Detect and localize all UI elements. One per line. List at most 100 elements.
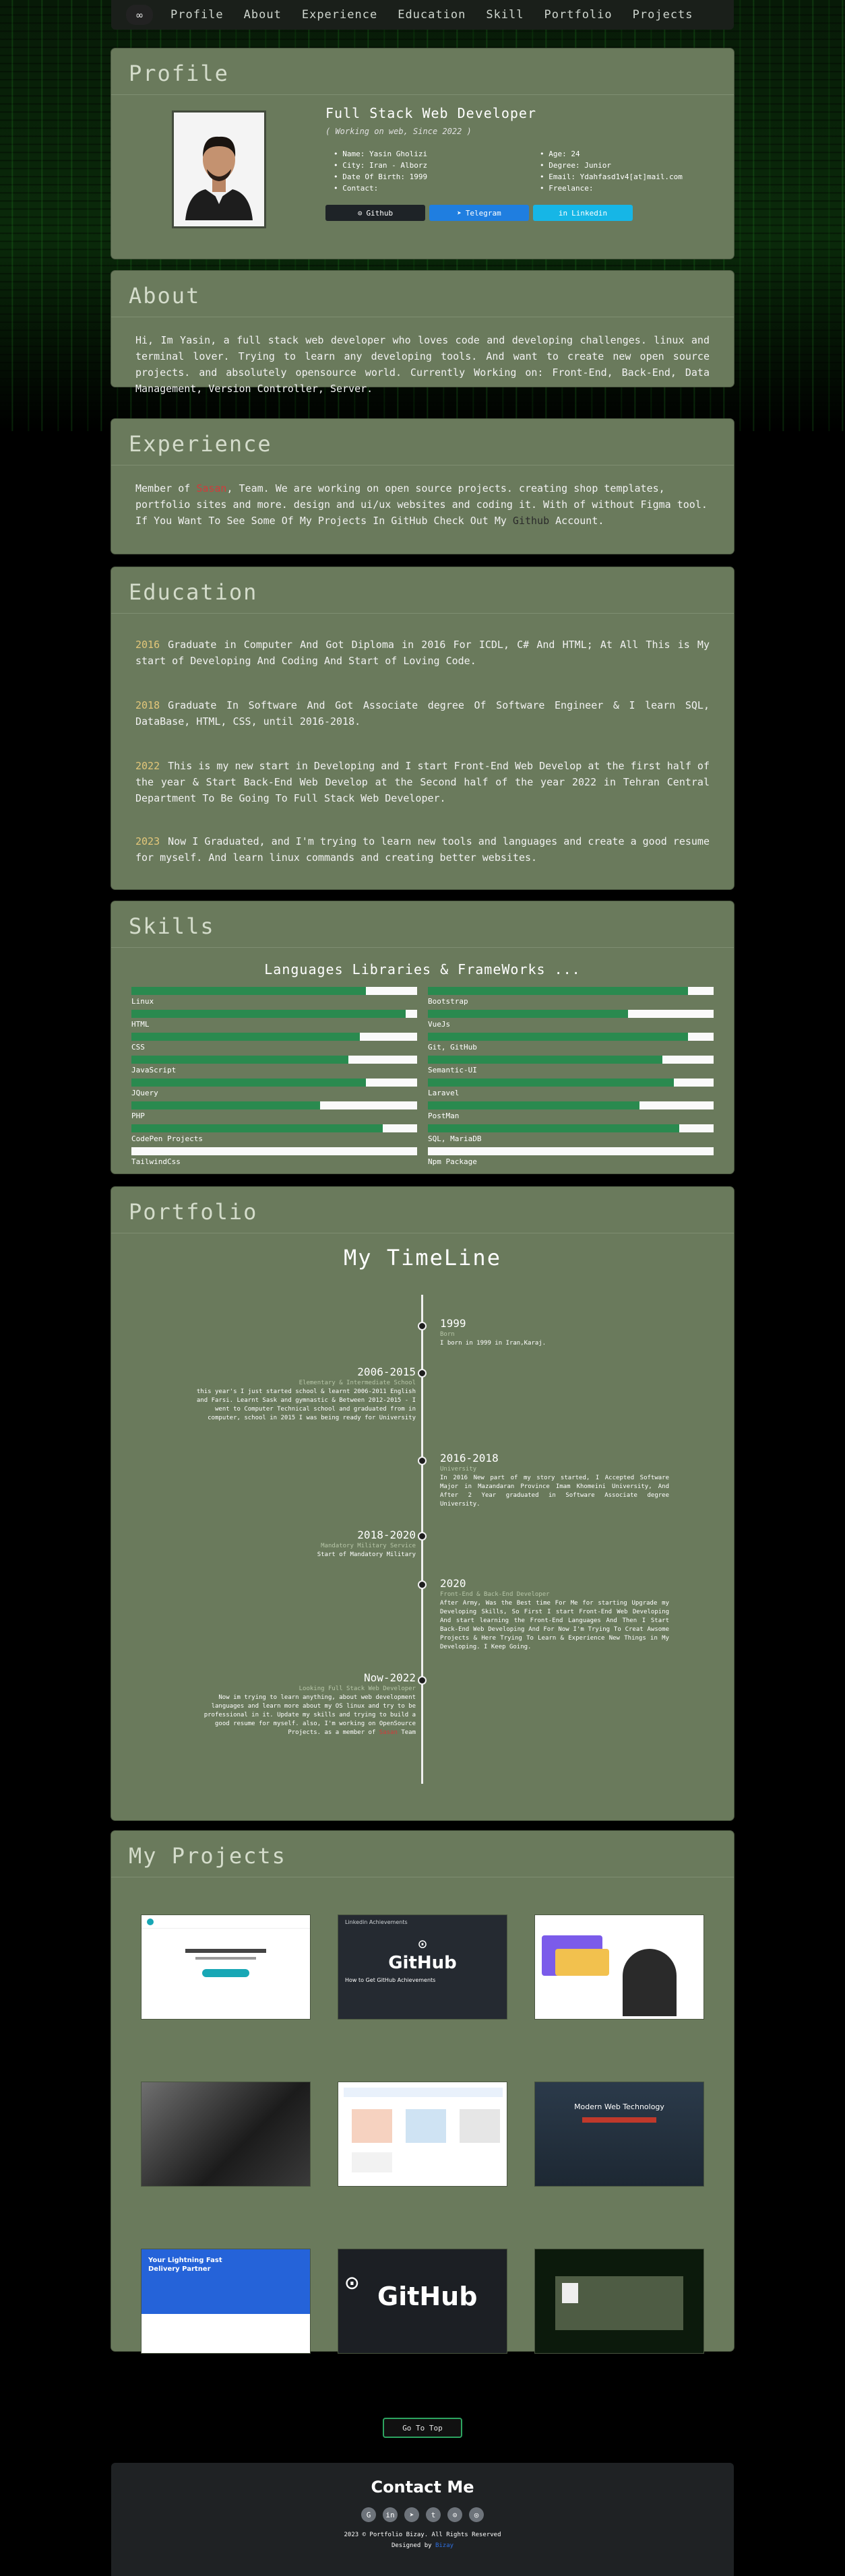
team-link[interactable]: Sasan — [196, 482, 226, 494]
skill-bar-fill — [428, 987, 688, 995]
skill-name: CodePen Projects — [131, 1134, 203, 1143]
skill-bar-fill — [428, 1124, 680, 1132]
linkedin-icon[interactable]: in — [383, 2507, 398, 2522]
infinity-icon[interactable]: ∞ — [126, 5, 153, 25]
project-card[interactable] — [534, 2249, 704, 2354]
education-text: Graduate in Computer And Got Diploma in … — [135, 639, 710, 667]
project-card[interactable]: Your Lightning Fast Delivery Partner — [141, 2249, 311, 2354]
project-thumb-block — [460, 2109, 500, 2143]
github-icon: ⊙ — [345, 2269, 359, 2296]
timeline-text: this year's I just started school & lear… — [196, 1388, 416, 1421]
portfolio-section: Portfolio My TimeLine 1999 Born I born i… — [111, 1187, 734, 1820]
skill-item: VueJs — [428, 1008, 714, 1031]
fact-contact: Contact: — [334, 183, 427, 194]
nav-link-skill[interactable]: Skill — [486, 8, 538, 22]
nav-link-portfolio[interactable]: Portfolio — [544, 8, 627, 22]
nav-link-profile[interactable]: Profile — [170, 8, 239, 22]
skill-name: VueJs — [428, 1020, 451, 1029]
google-icon[interactable]: G — [361, 2507, 376, 2522]
projects-heading: My Projects — [111, 1831, 734, 1877]
github-icon: ⊙ — [418, 1936, 427, 1953]
nav-link-projects[interactable]: Projects — [633, 8, 708, 22]
skill-item: CodePen Projects — [131, 1123, 417, 1146]
designer-link[interactable]: Bizay — [435, 2542, 453, 2549]
about-section: About Hi, Im Yasin, a full stack web dev… — [111, 271, 734, 395]
skill-bar — [428, 1078, 714, 1087]
timeline-dot — [418, 1369, 427, 1378]
project-card[interactable]: Modern Web Technology — [534, 2082, 704, 2187]
skill-item: JQuery — [131, 1077, 417, 1100]
dribbble-icon[interactable]: ◎ — [469, 2507, 484, 2522]
github-icon[interactable]: ⊙ — [447, 2507, 462, 2522]
timeline-text: Now im trying to learn anything, about w… — [187, 1694, 416, 1737]
skill-item: Semantic-UI — [428, 1054, 714, 1077]
experience-heading: Experience — [111, 419, 734, 465]
github-button[interactable]: ⊙ Github — [325, 205, 425, 221]
skill-bar — [131, 1101, 417, 1109]
project-thumb-block — [352, 2109, 392, 2143]
go-to-top-button[interactable]: Go To Top — [383, 2418, 462, 2438]
education-item: 2023 Now I Graduated, and I'm trying to l… — [135, 833, 710, 866]
github-account-link[interactable]: Github — [513, 515, 549, 527]
telegram-icon[interactable]: ➤ — [404, 2507, 419, 2522]
timeline-event-2016: 2016-2018 University In 2016 New part of… — [440, 1453, 669, 1509]
education-year: 2016 — [135, 639, 160, 651]
skill-name: JQuery — [131, 1089, 158, 1097]
fact-email: Email: Ydahfasd1v4[at]mail.com — [540, 171, 683, 183]
skill-name: Git, GitHub — [428, 1043, 477, 1052]
skill-name: PHP — [131, 1112, 145, 1120]
project-card[interactable]: Linkedin Achievements ⊙ GitHub How to Ge… — [338, 1914, 507, 2020]
education-text: Now I Graduated, and I'm trying to learn… — [135, 835, 710, 864]
skills-heading: Skills — [111, 901, 734, 948]
skill-bar — [131, 1124, 417, 1132]
about-heading: About — [111, 271, 734, 317]
facts-list-left: Name: Yasin Gholizi City: Iran - Alborz … — [334, 148, 427, 194]
profile-subtitle: ( Working on web, Since 2022 ) — [325, 127, 472, 136]
skill-item: Laravel — [428, 1077, 714, 1100]
skill-item: Linux — [131, 986, 417, 1008]
project-card[interactable] — [534, 1914, 704, 2020]
timeline-event-1999: 1999 Born I born in 1999 in Iran,Karaj. — [440, 1318, 669, 1348]
education-heading: Education — [111, 567, 734, 614]
designed-by: Designed by Bizay — [111, 2542, 734, 2549]
nav-link-experience[interactable]: Experience — [302, 8, 392, 22]
skill-bar — [428, 1056, 714, 1064]
experience-section: Experience Member of Sasan, Team. We are… — [111, 419, 734, 554]
project-card[interactable] — [338, 2082, 507, 2187]
timeline-team-link[interactable]: Sasan — [379, 1729, 398, 1736]
fact-birth: Date Of Birth: 1999 — [334, 171, 427, 183]
skill-name: PostMan — [428, 1112, 460, 1120]
timeline-event-2018: 2018-2020 Mandatory Military Service Sta… — [187, 1530, 416, 1559]
timeline-subtitle: Front-End & Back-End Developer — [440, 1591, 550, 1598]
skill-bar-fill — [131, 1033, 361, 1041]
nav-link-education[interactable]: Education — [398, 8, 480, 22]
skill-name: Linux — [131, 997, 154, 1006]
profile-section: Profile Full Stack Web Developer ( Worki… — [111, 49, 734, 259]
project-card[interactable] — [141, 2082, 311, 2187]
timeline-text: In 2016 New part of my story started, I … — [440, 1475, 669, 1508]
timeline-dot — [418, 1322, 427, 1330]
project-thumb-hero: Your Lightning Fast Delivery Partner — [142, 2249, 310, 2314]
skill-bar — [428, 1010, 714, 1018]
timeline-title: My TimeLine — [344, 1245, 501, 1270]
twitter-icon[interactable]: t — [426, 2507, 441, 2522]
telegram-button[interactable]: ➤ Telegram — [429, 205, 529, 221]
nav-link-about[interactable]: About — [244, 8, 296, 22]
skill-bar — [131, 1033, 417, 1041]
timeline-subtitle: Born — [440, 1331, 455, 1338]
skill-item: Bootstrap — [428, 986, 714, 1008]
fact-age: Age: 24 — [540, 148, 683, 160]
projects-section: My Projects Linkedin Achievements ⊙ GitH… — [111, 1831, 734, 2354]
education-year: 2022 — [135, 760, 160, 772]
project-card[interactable] — [141, 1914, 311, 2020]
skill-item: TailwindCss — [131, 1146, 417, 1169]
skill-name: Npm Package — [428, 1157, 477, 1166]
linkedin-button[interactable]: in Linkedin — [533, 205, 633, 221]
project-thumb-title: Your Lightning Fast Delivery Partner — [148, 2257, 222, 2273]
skill-bar — [428, 1147, 714, 1155]
project-card[interactable]: ⊙ GitHub — [338, 2249, 507, 2354]
project-thumb-block — [555, 1949, 609, 1976]
skill-item: CSS — [131, 1031, 417, 1054]
timeline-dot — [418, 1532, 427, 1541]
facts-list-right: Age: 24 Degree: Junior Email: Ydahfasd1v… — [540, 148, 683, 194]
